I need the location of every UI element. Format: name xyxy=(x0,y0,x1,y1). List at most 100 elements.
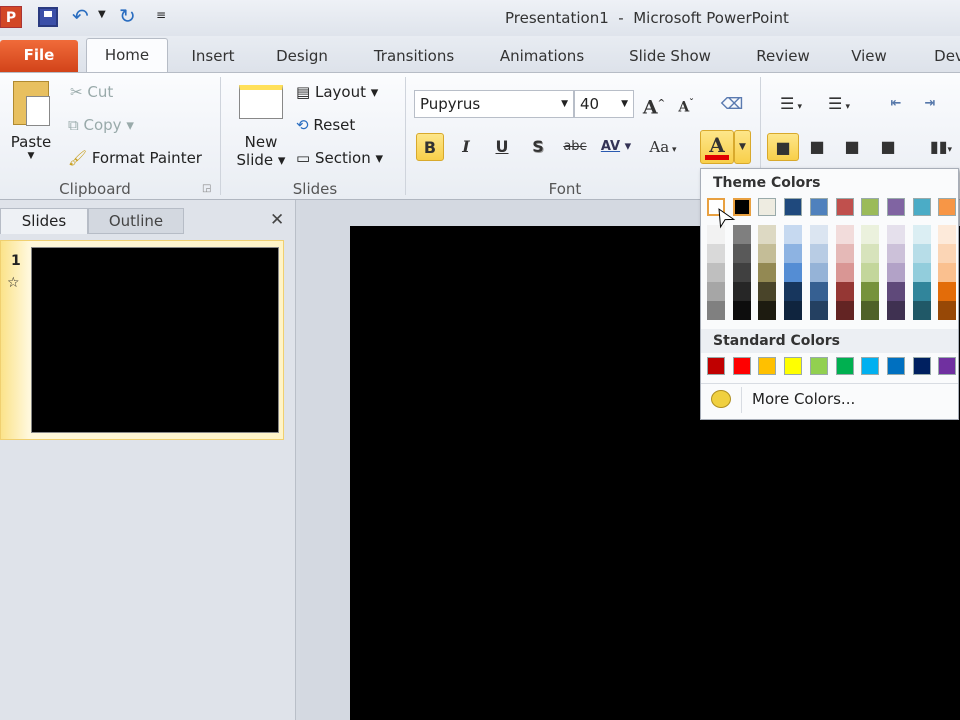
character-spacing-button[interactable]: AV ▾ xyxy=(596,133,636,161)
decrease-indent-button[interactable]: ⇤ xyxy=(882,90,910,118)
theme-color-swatch[interactable] xyxy=(938,198,957,216)
reset-button[interactable]: ⟲ Reset xyxy=(296,116,355,134)
theme-color-shade[interactable] xyxy=(732,282,751,301)
tab-review[interactable]: Review xyxy=(748,44,818,72)
italic-button[interactable]: I xyxy=(452,133,480,161)
tab-home[interactable]: Home xyxy=(86,38,168,73)
theme-color-swatch[interactable] xyxy=(861,198,880,216)
theme-color-shade[interactable] xyxy=(784,244,803,263)
theme-color-shade[interactable] xyxy=(938,263,957,282)
theme-color-shade[interactable] xyxy=(886,263,905,282)
standard-color-swatch[interactable] xyxy=(758,357,777,375)
theme-color-shade[interactable] xyxy=(809,263,828,282)
format-painter-button[interactable]: 🖌 Format Painter xyxy=(68,149,202,167)
customize-toolbar-icon[interactable]: ≡ xyxy=(156,8,166,22)
tab-slides[interactable]: Slides xyxy=(0,208,88,234)
font-color-dropdown[interactable]: ▼ xyxy=(734,130,751,164)
theme-color-shade[interactable] xyxy=(809,282,828,301)
tab-transitions[interactable]: Transitions xyxy=(362,44,466,72)
theme-color-shade[interactable] xyxy=(707,244,725,263)
standard-color-swatch[interactable] xyxy=(732,357,751,375)
increase-indent-button[interactable]: ⇥ xyxy=(916,90,944,118)
undo-dropdown-icon[interactable]: ▼ xyxy=(98,9,106,20)
theme-color-shade[interactable] xyxy=(886,244,905,263)
theme-color-shade[interactable] xyxy=(809,225,828,244)
theme-color-shade[interactable] xyxy=(886,282,905,301)
theme-color-shade[interactable] xyxy=(938,282,957,301)
font-size-combobox[interactable]: 40 ▼ xyxy=(574,90,634,118)
theme-color-shade[interactable] xyxy=(861,301,880,320)
theme-color-shade[interactable] xyxy=(835,282,854,301)
theme-color-shade[interactable] xyxy=(707,263,725,282)
copy-button[interactable]: ⧉ Copy ▾ xyxy=(68,116,134,134)
theme-color-shade[interactable] xyxy=(784,263,803,282)
font-color-button[interactable]: A xyxy=(700,130,734,164)
justify-button[interactable]: ■ xyxy=(874,133,902,161)
theme-color-shade[interactable] xyxy=(912,225,931,244)
theme-color-shade[interactable] xyxy=(809,301,828,320)
theme-color-shade[interactable] xyxy=(707,301,725,320)
theme-color-shade[interactable] xyxy=(912,282,931,301)
tab-animations[interactable]: Animations xyxy=(490,44,594,72)
theme-color-shade[interactable] xyxy=(758,301,777,320)
theme-color-shade[interactable] xyxy=(912,263,931,282)
theme-color-shade[interactable] xyxy=(758,225,777,244)
slide-thumbnail[interactable] xyxy=(31,247,279,433)
bold-button[interactable]: B xyxy=(416,133,444,161)
theme-color-shade[interactable] xyxy=(912,244,931,263)
section-button[interactable]: ▭ Section ▾ xyxy=(296,149,383,167)
theme-color-shade[interactable] xyxy=(732,244,751,263)
theme-color-shade[interactable] xyxy=(886,225,905,244)
new-slide-button[interactable]: New Slide ▾ xyxy=(234,81,288,169)
theme-color-shade[interactable] xyxy=(835,263,854,282)
tab-design[interactable]: Design xyxy=(266,44,338,72)
tab-file[interactable]: File xyxy=(0,40,78,72)
theme-color-shade[interactable] xyxy=(732,225,751,244)
theme-color-shade[interactable] xyxy=(809,244,828,263)
theme-color-shade[interactable] xyxy=(861,244,880,263)
strikethrough-button[interactable]: abc xyxy=(558,133,592,161)
theme-color-shade[interactable] xyxy=(861,225,880,244)
standard-color-swatch[interactable] xyxy=(707,357,725,375)
standard-color-swatch[interactable] xyxy=(938,357,957,375)
clear-formatting-button[interactable]: ⌫ xyxy=(718,90,746,118)
theme-color-shade[interactable] xyxy=(912,301,931,320)
theme-color-shade[interactable] xyxy=(707,282,725,301)
theme-color-swatch[interactable] xyxy=(835,198,854,216)
standard-color-swatch[interactable] xyxy=(809,357,828,375)
theme-color-shade[interactable] xyxy=(784,282,803,301)
bullets-button[interactable]: ☰ ▾ xyxy=(770,90,812,118)
standard-color-swatch[interactable] xyxy=(835,357,854,375)
shadow-button[interactable]: S xyxy=(524,133,552,161)
theme-color-shade[interactable] xyxy=(886,301,905,320)
slide-thumbnail-selected[interactable]: 1 ☆ xyxy=(0,240,284,440)
theme-color-shade[interactable] xyxy=(861,263,880,282)
standard-color-swatch[interactable] xyxy=(912,357,931,375)
cut-button[interactable]: ✂ Cut xyxy=(70,83,113,101)
font-name-combobox[interactable]: Pupyrus ▼ xyxy=(414,90,574,118)
theme-color-shade[interactable] xyxy=(835,301,854,320)
theme-color-shade[interactable] xyxy=(758,244,777,263)
theme-color-shade[interactable] xyxy=(861,282,880,301)
standard-color-swatch[interactable] xyxy=(886,357,905,375)
grow-font-button[interactable]: A^ xyxy=(640,90,668,118)
columns-button[interactable]: ▮▮▾ xyxy=(922,133,960,161)
theme-color-swatch[interactable] xyxy=(912,198,931,216)
theme-color-swatch[interactable] xyxy=(784,198,803,216)
tab-view[interactable]: View xyxy=(840,44,898,72)
close-pane-button[interactable]: ✕ xyxy=(270,210,284,230)
theme-color-swatch[interactable] xyxy=(886,198,905,216)
theme-color-shade[interactable] xyxy=(732,301,751,320)
tab-outline[interactable]: Outline xyxy=(88,208,184,234)
align-center-button[interactable]: ■ xyxy=(803,133,831,161)
theme-color-shade[interactable] xyxy=(732,263,751,282)
theme-color-swatch[interactable] xyxy=(758,198,777,216)
tab-slide-show[interactable]: Slide Show xyxy=(616,44,724,72)
layout-button[interactable]: ▤ Layout ▾ xyxy=(296,83,378,101)
standard-color-swatch[interactable] xyxy=(861,357,880,375)
theme-color-shade[interactable] xyxy=(784,225,803,244)
theme-color-shade[interactable] xyxy=(835,244,854,263)
theme-color-shade[interactable] xyxy=(758,263,777,282)
theme-color-shade[interactable] xyxy=(938,244,957,263)
theme-color-swatch[interactable] xyxy=(809,198,828,216)
